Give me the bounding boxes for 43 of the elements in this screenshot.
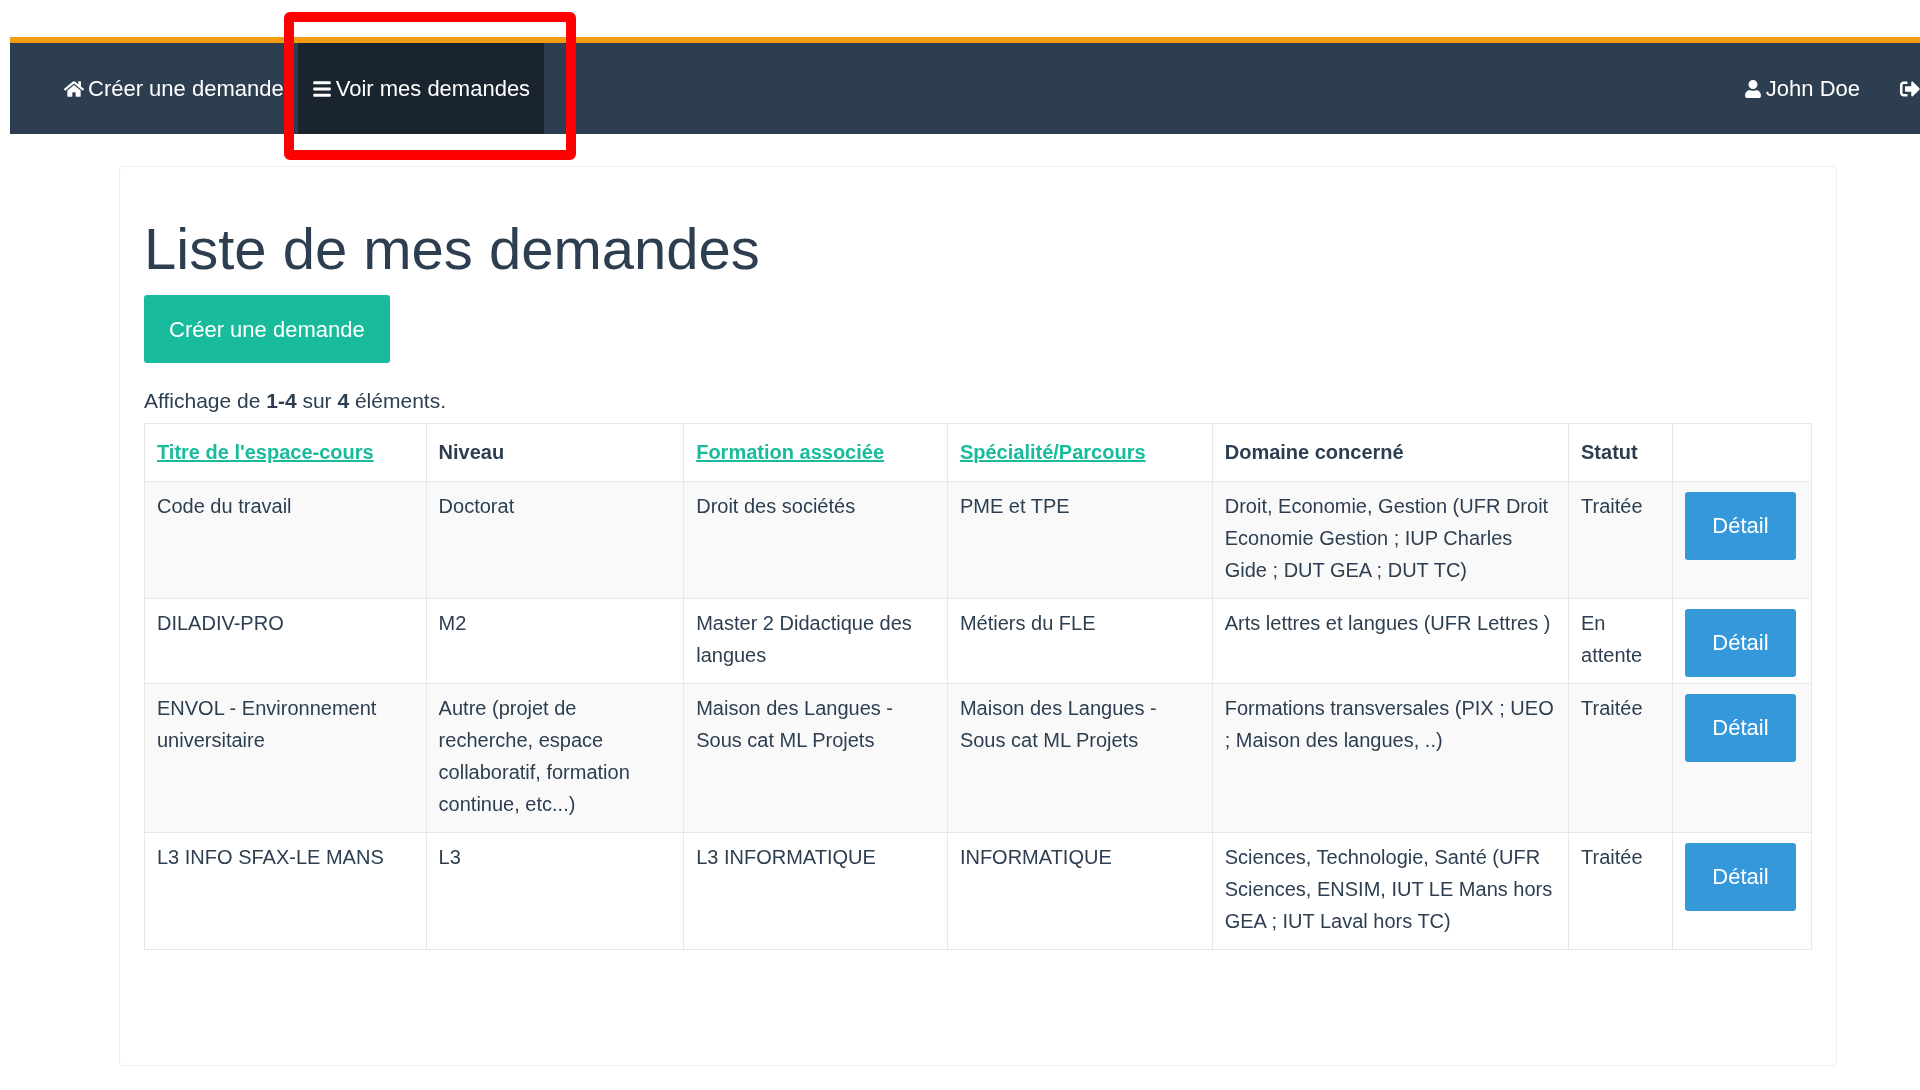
menu-icon bbox=[311, 78, 332, 99]
nav-link[interactable]: Voir mes demandes bbox=[297, 43, 545, 134]
table-cell: Master 2 Didactique des langues bbox=[683, 598, 948, 683]
table-cell: En attente bbox=[1568, 598, 1673, 683]
user-icon bbox=[1743, 79, 1762, 98]
table-cell: Droit, Economie, Gestion (UFR Droit Economie Gestion ; IUP Charles Gide ; DUT GEA ; DUT TC) bbox=[1212, 481, 1569, 598]
table-cell: Métiers du FLE bbox=[947, 598, 1213, 683]
column-header: Niveau bbox=[426, 423, 684, 481]
table-cell: Doctorat bbox=[426, 481, 684, 598]
column-header[interactable]: Formation associée bbox=[683, 423, 948, 481]
detail-button[interactable]: Détail bbox=[1684, 491, 1796, 560]
table-cell: L3 INFO SFAX-LE MANS bbox=[144, 832, 427, 949]
table-cell: ENVOL - Environnement universitaire bbox=[144, 683, 427, 832]
user-link[interactable]: John Doe bbox=[1743, 72, 1860, 105]
table-cell: Arts lettres et langues (UFR Lettres ) bbox=[1212, 598, 1569, 683]
column-header[interactable]: Spécialité/Parcours bbox=[947, 423, 1213, 481]
detail-button[interactable]: Détail bbox=[1684, 608, 1796, 677]
page-title: Liste de mes demandes bbox=[144, 217, 761, 281]
table-cell: Sciences, Technologie, Santé (UFR Sciences, ENSIM, IUT LE Mans hors GEA ; IUT Laval hors TC) bbox=[1212, 832, 1569, 949]
table-cell: M2 bbox=[426, 598, 684, 683]
column-header: Statut bbox=[1568, 423, 1673, 481]
table-cell: Traitée bbox=[1568, 832, 1673, 949]
table-cell: Maison des Langues - Sous cat ML Projets bbox=[683, 683, 948, 832]
table-cell: PME et TPE bbox=[947, 481, 1213, 598]
table-cell: Droit des sociétés bbox=[683, 481, 948, 598]
table-cell: Traitée bbox=[1568, 481, 1673, 598]
column-header[interactable]: Titre de l'espace-cours bbox=[144, 423, 427, 481]
create-request-button[interactable]: Créer une demande bbox=[144, 295, 390, 363]
table-cell: Formations transversales (PIX ; UEO ; Maison des langues, ..) bbox=[1212, 683, 1569, 832]
column-header: Domaine concerné bbox=[1212, 423, 1569, 481]
summary-text: Affichage de 1-4 sur 4 éléments. bbox=[144, 388, 447, 414]
detail-button[interactable]: Détail bbox=[1684, 842, 1796, 911]
table-cell: Code du travail bbox=[144, 481, 427, 598]
table-cell: INFORMATIQUE bbox=[947, 832, 1213, 949]
table-cell: Maison des Langues - Sous cat ML Projets bbox=[947, 683, 1213, 832]
home-icon bbox=[64, 78, 84, 99]
table-cell: L3 bbox=[426, 832, 684, 949]
table-cell: DILADIV-PRO bbox=[144, 598, 427, 683]
detail-button[interactable]: Détail bbox=[1684, 693, 1796, 762]
table-cell: Traitée bbox=[1568, 683, 1673, 832]
table-cell: L3 INFORMATIQUE bbox=[683, 832, 948, 949]
nav-link[interactable]: Créer une demande bbox=[50, 43, 298, 134]
table-cell: Autre (projet de recherche, espace collaboratif, formation continue, etc...) bbox=[426, 683, 684, 832]
